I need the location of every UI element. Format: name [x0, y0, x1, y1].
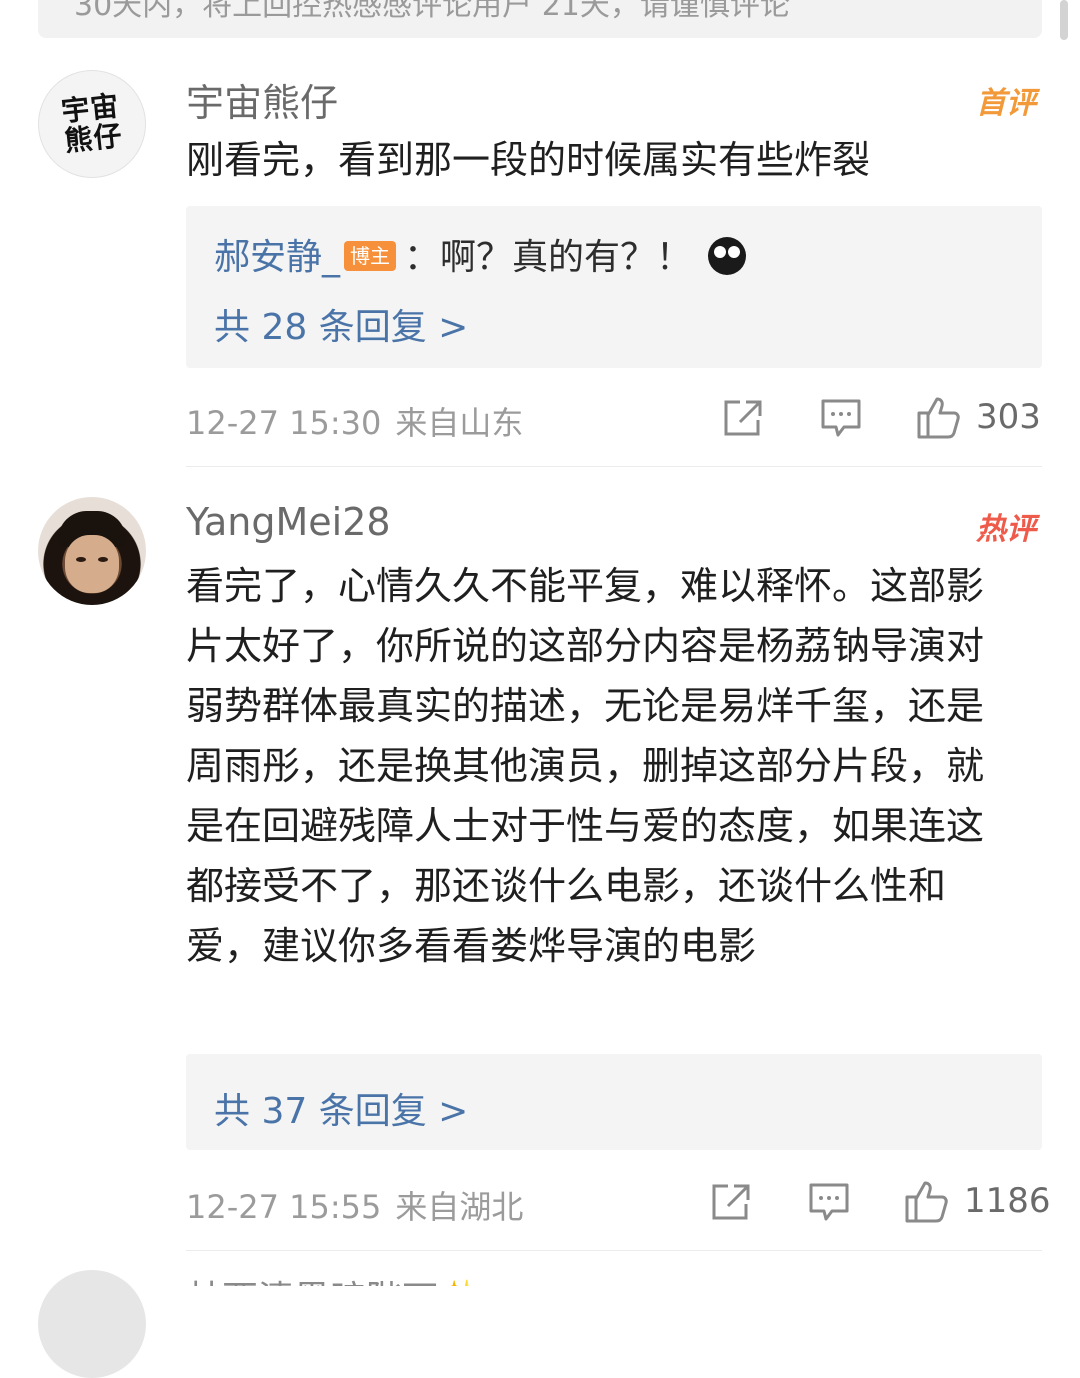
comment-meta: 12-27 15:30 来自山东 [186, 398, 523, 444]
comment-button[interactable] [808, 1182, 850, 1224]
like-button[interactable]: 303 [916, 394, 1041, 440]
top-notice-text: 30天内，将上回控热感感评论用户 21天，请谨慎评论 [74, 0, 790, 23]
blogger-tag: 博主 [344, 241, 397, 271]
share-button[interactable] [722, 398, 764, 438]
comment-meta: 12-27 15:55 来自湖北 [186, 1182, 523, 1228]
comment-username[interactable]: 宇宙熊仔 [186, 72, 338, 127]
thumbs-up-icon [905, 1181, 948, 1223]
like-count: 303 [976, 397, 1041, 437]
reply-preview-box[interactable]: 郝安静_ 博主 ：啊？真的有？！ 共 28 条回复 > [186, 206, 1042, 368]
comment-text: 刚看完，看到那一段的时候属实有些炸裂 [186, 138, 871, 182]
comment-username[interactable]: YangMei28 [186, 500, 391, 544]
top-notice-bar: 30天内，将上回控热感感评论用户 21天，请谨慎评论 [38, 0, 1042, 38]
hot-comment-badge: 热评 [976, 512, 1036, 547]
reply-username[interactable]: 郝安静_ [214, 237, 340, 278]
comment-icon [821, 399, 861, 437]
share-icon [712, 1184, 750, 1220]
like-button[interactable]: 1186 [904, 1178, 1051, 1224]
avatar[interactable] [38, 1270, 146, 1378]
reply-preview-box[interactable]: 共 37 条回复 > [186, 1054, 1042, 1150]
comment-time: 12-27 15:55 [186, 1188, 382, 1226]
scrollbar[interactable] [1060, 0, 1068, 40]
comment-time: 12-27 15:30 [186, 404, 382, 442]
more-replies-link[interactable]: 共 37 条回复 > [214, 1082, 468, 1134]
crying-emoji-icon [708, 237, 747, 275]
like-count: 1186 [964, 1181, 1051, 1221]
thumbs-up-icon [917, 397, 960, 439]
comment-username[interactable]: 林西清黑暗陛下✨ [186, 1270, 483, 1286]
reply-text: ：啊？真的有？！ [404, 237, 693, 278]
comment-button[interactable] [820, 398, 862, 440]
comment-location: 来自湖北 [395, 1188, 524, 1226]
avatar-text: 宇宙 熊仔 [59, 89, 125, 158]
share-button[interactable] [710, 1182, 752, 1222]
more-replies-link[interactable]: 共 28 条回复 > [214, 298, 468, 350]
comment-text: 看完了，心情久久不能平复，难以释怀。这部影片太好了，你所说的这部分内容是杨荔钠导… [186, 564, 985, 968]
comment-divider [186, 466, 1042, 467]
reply-preview-line: 郝安静_ 博主 ：啊？真的有？！ [214, 228, 747, 280]
avatar[interactable] [38, 497, 146, 605]
comment-icon [809, 1183, 849, 1221]
avatar[interactable]: 宇宙 熊仔 [38, 70, 146, 178]
share-icon [724, 400, 762, 436]
first-comment-badge: 首评 [976, 86, 1036, 121]
comment-divider [186, 1250, 1042, 1251]
comment-location: 来自山东 [395, 404, 524, 442]
